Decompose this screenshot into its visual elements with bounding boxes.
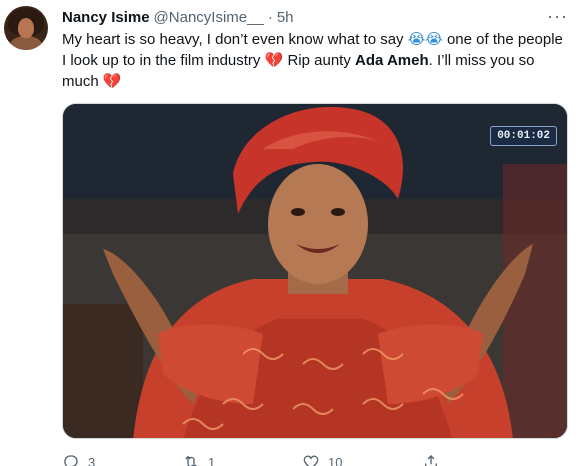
media-illustration <box>63 104 567 438</box>
tweet-header: Nancy Isime @NancyIsime__ · 5h <box>62 9 294 27</box>
tweet-bold-name: Ada Ameh <box>355 52 429 69</box>
author-handle[interactable]: @NancyIsime__ <box>154 9 264 27</box>
avatar-shoulders <box>10 36 42 50</box>
retweet-count: 1 <box>208 454 216 466</box>
author-name[interactable]: Nancy Isime <box>62 9 150 27</box>
broken-heart-emoji: 💔 <box>264 51 284 69</box>
avatar-face <box>18 18 34 38</box>
retweet-button[interactable]: 1 <box>182 453 302 466</box>
heart-icon <box>303 455 319 466</box>
retweet-icon <box>185 455 197 466</box>
broken-heart-emoji: 💔 <box>102 72 122 90</box>
tweet-time[interactable]: 5h <box>277 9 294 27</box>
reply-icon <box>64 455 78 466</box>
tweet-actions: 3 1 10 <box>62 453 542 466</box>
tweet[interactable]: Nancy Isime @NancyIsime__ · 5h ··· My he… <box>0 0 586 466</box>
more-icon[interactable]: ··· <box>547 7 568 25</box>
tweet-text-part: My heart is so heavy, I don’t even know … <box>62 31 408 48</box>
crying-emoji: 😭😭 <box>407 30 443 48</box>
tweet-text: My heart is so heavy, I don’t even know … <box>62 29 570 92</box>
like-button[interactable]: 10 <box>302 453 422 466</box>
share-icon <box>425 455 437 466</box>
share-button[interactable] <box>422 453 542 466</box>
reply-button[interactable]: 3 <box>62 453 182 466</box>
tweet-text-part: Rip aunty <box>283 52 356 69</box>
tweet-media-image[interactable]: 00:01:02 <box>62 103 568 439</box>
video-timecode: 00:01:02 <box>490 126 557 146</box>
reply-count: 3 <box>88 454 96 466</box>
separator-dot: · <box>267 9 273 26</box>
avatar[interactable] <box>4 6 48 50</box>
like-count: 10 <box>328 454 343 466</box>
